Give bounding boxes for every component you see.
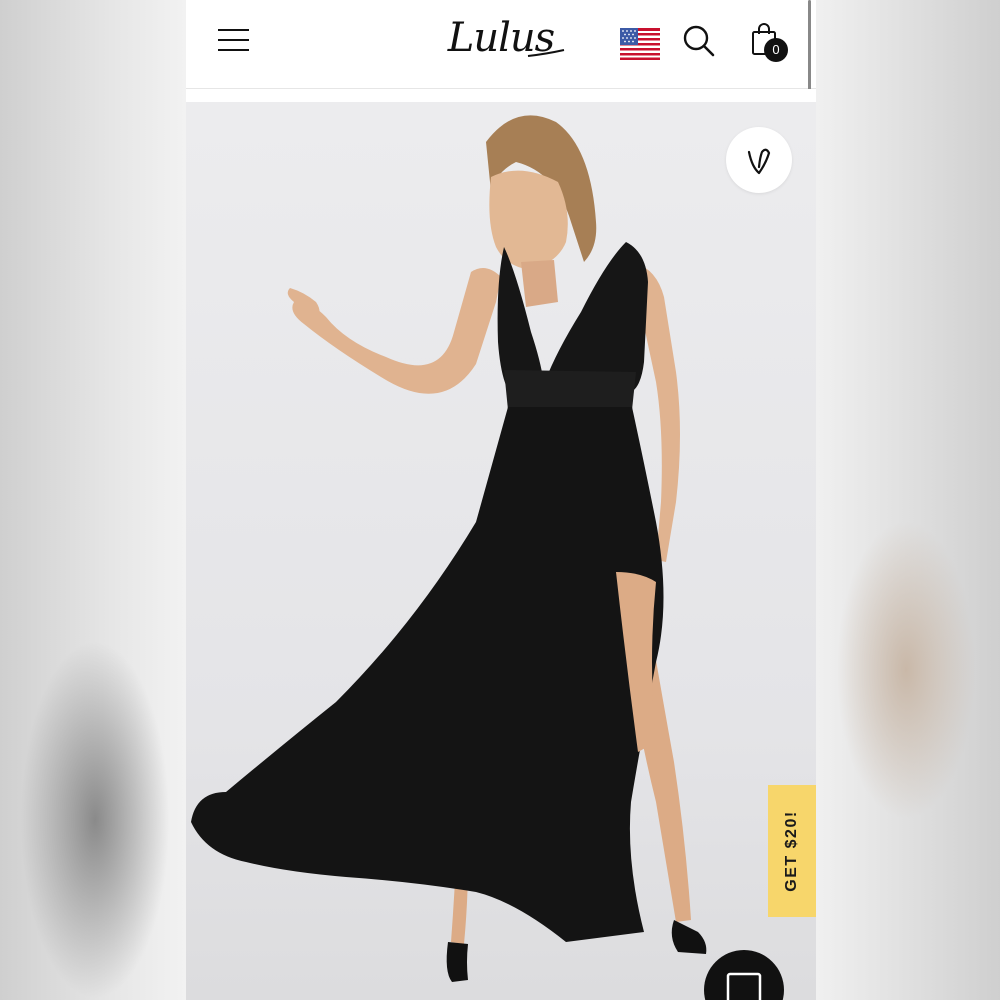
logo-underline xyxy=(527,49,565,57)
menu-icon-bar xyxy=(218,29,249,32)
brand-logo[interactable]: Lulus xyxy=(436,12,566,68)
promo-label: GET $20! xyxy=(783,810,800,892)
search-button[interactable] xyxy=(682,24,716,58)
favorite-button[interactable] xyxy=(726,127,792,193)
header-spacer xyxy=(186,89,816,102)
scrollbar[interactable] xyxy=(808,0,811,102)
search-icon xyxy=(683,25,715,57)
site-header: Lulus 0 xyxy=(186,0,816,89)
menu-icon-bar xyxy=(218,49,249,52)
product-image[interactable]: GET $20! xyxy=(186,102,816,1000)
heart-icon xyxy=(747,148,771,175)
cart-count-badge: 0 xyxy=(764,38,788,62)
mobile-page: Lulus 0 GET $20! xyxy=(186,0,816,1000)
country-selector[interactable] xyxy=(620,28,660,60)
chat-icon xyxy=(726,972,762,1000)
us-flag-icon xyxy=(620,28,660,60)
menu-button[interactable] xyxy=(218,26,250,54)
chat-button[interactable] xyxy=(704,950,784,1000)
background-blur-right xyxy=(816,0,1000,1000)
cart-button[interactable]: 0 xyxy=(748,20,792,64)
model-illustration xyxy=(191,115,707,982)
menu-icon-bar xyxy=(218,39,249,42)
background-blur-left xyxy=(0,0,186,1000)
promo-tab[interactable]: GET $20! xyxy=(768,785,816,917)
